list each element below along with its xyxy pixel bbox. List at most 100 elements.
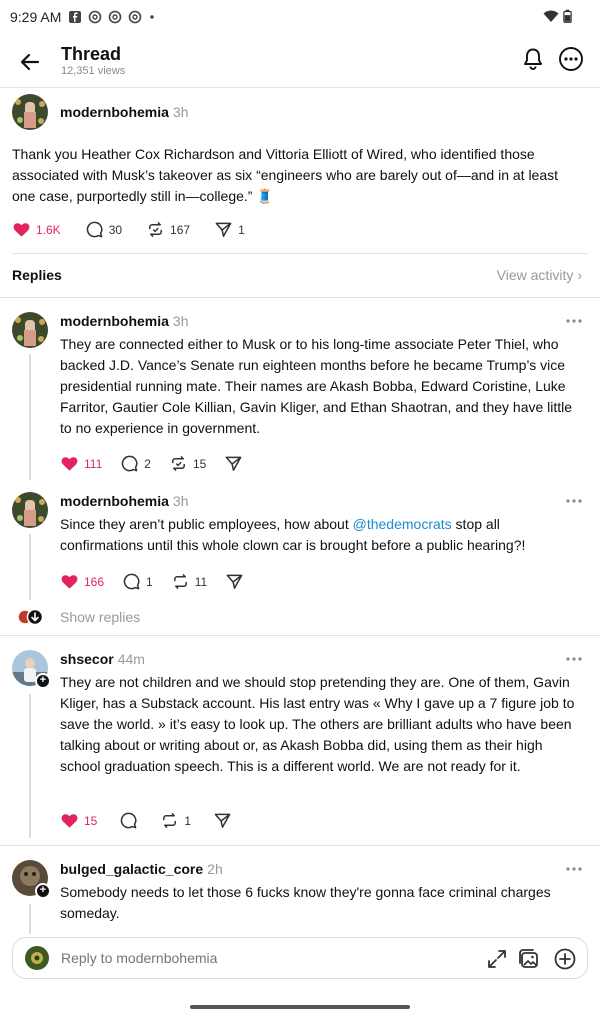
username-text[interactable]: modernbohemia [60,313,169,329]
reply-text: Since they aren’t public employees, how … [60,514,586,556]
comment-count: 1 [146,574,153,589]
repost-count: 11 [194,574,208,589]
reply-time: 44m [117,651,145,667]
show-replies-link[interactable]: Show replies [60,609,140,625]
repost-button[interactable]: 167 [146,220,190,239]
repost-button[interactable]: 15 [169,454,206,473]
heart-filled-icon [61,457,78,471]
more-icon[interactable] [564,496,584,506]
battery-icon [563,9,572,23]
reply-avatars-stack [17,609,43,625]
home-indicator[interactable] [190,1005,410,1009]
facebook-icon [69,11,81,23]
view-activity-text[interactable]: View activity [497,267,574,283]
reply-author[interactable]: modernbohemia 3h [60,313,188,329]
notifications-button[interactable] [520,46,546,72]
comment-icon [121,455,138,472]
send-icon [214,813,231,828]
comment-icon [86,221,103,238]
notification-icons [68,10,156,24]
reply-author[interactable]: modernbohemia 3h [60,493,188,509]
system-icons [543,9,572,23]
add-circle-icon[interactable] [553,947,577,971]
expand-icon[interactable] [485,947,509,971]
username-text[interactable]: modernbohemia [60,493,169,509]
repost-button[interactable]: 11 [171,572,207,591]
more-options-button[interactable] [558,46,584,72]
more-icon[interactable] [564,654,584,664]
avatar[interactable] [12,312,48,348]
page-title: Thread [61,44,122,64]
share-button[interactable] [224,454,243,473]
avatar-image [12,492,48,528]
send-icon [215,222,232,237]
dot-icon [150,15,154,19]
my-avatar [25,946,49,970]
post-author[interactable]: modernbohemia 3h [60,104,188,120]
heart-filled-icon [61,575,78,589]
send-icon [225,456,242,471]
like-button[interactable]: 166 [60,572,104,591]
comment-button[interactable]: 30 [85,220,122,239]
comment-icon [121,812,137,829]
like-count: 15 [84,813,98,828]
bell-icon [524,48,542,70]
heart-filled-icon [13,223,30,237]
follow-plus-icon[interactable]: + [35,883,51,899]
reply-actions: 111 2 15 [60,454,243,473]
avatar[interactable] [12,94,48,130]
threads-icon [128,10,142,24]
view-count: 12,351 views [61,65,126,77]
share-count: 1 [238,222,245,237]
gallery-icon[interactable] [517,947,541,971]
thread-line [29,694,31,838]
divider [0,297,600,298]
more-icon[interactable] [564,316,584,326]
heart-filled-icon [61,814,78,828]
reply-composer [12,937,588,979]
comment-button[interactable]: 1 [122,572,153,591]
share-button[interactable] [225,572,244,591]
reply-actions: 166 1 11 [60,572,244,591]
threads-icon [108,10,122,24]
reply-text: Somebody needs to let those 6 fucks know… [60,884,551,921]
like-count: 1.6K [36,222,61,237]
username-text[interactable]: modernbohemia [60,104,169,120]
like-button[interactable]: 111 [60,454,102,473]
repost-icon [163,813,177,828]
thread-line [29,354,31,480]
replies-label: Replies [12,267,62,283]
share-button[interactable]: 1 [214,220,245,239]
divider [0,845,600,846]
back-button[interactable] [16,48,44,76]
reply-text: They are connected either to Musk or to … [60,336,573,436]
post-actions: 1.6K 30 167 1 [12,220,245,239]
like-button[interactable]: 15 [60,811,97,830]
more-icon[interactable] [564,864,584,874]
reply-author[interactable]: shsecor 44m [60,651,145,667]
comment-button[interactable]: 2 [120,454,151,473]
comment-count: 30 [108,222,123,237]
reply-time: 3h [172,313,189,329]
reply-time: 3h [172,493,189,509]
repost-count: 167 [170,222,191,237]
username-text[interactable]: shsecor [60,651,114,667]
repost-button[interactable]: 1 [160,811,191,830]
follow-plus-icon[interactable]: + [35,673,51,689]
reply-input[interactable] [61,950,461,966]
avatar[interactable] [12,492,48,528]
reply-time: 2h [207,861,223,877]
username-text[interactable]: bulged_galactic_core [60,861,203,877]
chevron-right-icon: › [577,267,582,283]
like-button[interactable]: 1.6K [12,220,61,239]
reply-author[interactable]: bulged_galactic_core 2h [60,861,223,877]
post-text: Thank you Heather Cox Richardson and Vit… [12,146,559,204]
mention-link[interactable]: @thedemocrats [353,516,452,532]
share-button[interactable] [213,811,232,830]
comment-button[interactable] [119,811,138,830]
status-bar: 9:29 AM [0,0,600,34]
top-app-bar: Thread 12,351 views [0,34,600,88]
repost-count: 15 [192,456,207,471]
thread-line [29,534,31,600]
view-activity-link[interactable]: View activity › [497,267,582,283]
